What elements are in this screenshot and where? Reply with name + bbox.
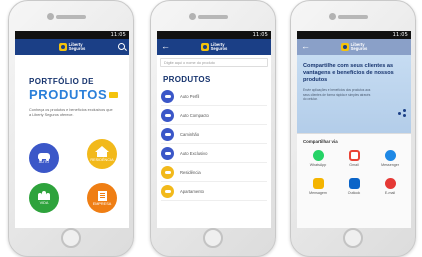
home-button[interactable] [203, 228, 223, 248]
camera-icon [47, 13, 54, 20]
brand-line2: Seguros [350, 46, 368, 51]
back-arrow-icon[interactable]: ← [161, 42, 170, 51]
outlook-icon [348, 178, 360, 189]
liberty-logo-icon [58, 43, 67, 51]
category-vida-button[interactable]: VIDA [29, 183, 59, 213]
screen-portfolio: 11:05 Liberty Seguros PORTFÓLIO DE PRODUT… [15, 31, 129, 228]
building-icon [97, 190, 107, 201]
list-item-label: Auto Exclusivo [180, 150, 208, 156]
list-item-label: Caminhão [180, 131, 200, 137]
share-app-label: Gmail [349, 163, 359, 167]
category-label: VIDA [39, 201, 49, 205]
list-item[interactable]: Residência [161, 163, 267, 182]
house-icon [95, 146, 109, 157]
share-sheet: Compartilhar via WhatsApp Gmail Messenge… [297, 133, 411, 228]
phone-frame-products: 11:05 ← Liberty Seguros Digite aqui o nom… [150, 0, 276, 257]
share-email-button[interactable]: E-mail [375, 178, 405, 195]
hero-title: Compartilhe com seus clientes as vantage… [303, 63, 394, 83]
phone-frame-share: 11:05 ← Liberty Seguros Compartilhe com s… [290, 0, 416, 257]
list-item[interactable]: Auto Compacto [161, 106, 267, 125]
portfolio-title-line2: PRODUTOS [29, 87, 129, 102]
app-bar: ← Liberty Seguros [297, 39, 411, 55]
share-app-label: Mensagem [309, 191, 327, 195]
portfolio-description: Conheça os produtos e benefícios exclusi… [29, 108, 113, 117]
screen-products: 11:05 ← Liberty Seguros Digite aqui o nom… [157, 31, 271, 228]
phone-frame-portfolio: 11:05 Liberty Seguros PORTFÓLIO DE PRODUT… [8, 0, 134, 257]
car-icon [38, 152, 50, 161]
car-icon [161, 89, 174, 103]
gmail-icon [348, 150, 360, 161]
brand-line2: Seguros [68, 46, 86, 51]
camera-icon [329, 13, 336, 20]
home-button[interactable] [61, 228, 81, 248]
messenger-icon [384, 150, 396, 161]
house-icon [161, 165, 174, 179]
brand-logo: Liberty Seguros [340, 42, 368, 52]
whatsapp-icon [312, 150, 324, 161]
portfolio-title-line1: PORTFÓLIO DE [29, 77, 94, 86]
status-bar: 11:05 [297, 31, 411, 39]
list-item-label: Auto Perfil [180, 93, 200, 99]
list-item-label: Auto Compacto [180, 112, 209, 118]
brand-line2: Seguros [210, 46, 228, 51]
message-icon [312, 178, 324, 189]
back-arrow-icon[interactable]: ← [301, 42, 310, 51]
truck-icon [161, 127, 174, 141]
brand-logo: Liberty Seguros [58, 42, 86, 52]
car-icon [161, 108, 174, 122]
share-app-label: E-mail [384, 191, 396, 195]
app-bar: ← Liberty Seguros [157, 39, 271, 55]
list-item-label: Residência [180, 169, 201, 175]
list-item[interactable]: Auto Perfil [161, 87, 267, 106]
category-empresa-button[interactable]: EMPRESA [87, 183, 117, 213]
category-label: EMPRESA [92, 201, 112, 206]
list-item-label: Apartamento [180, 188, 204, 194]
car-icon [161, 146, 174, 160]
speaker-grille [198, 15, 228, 19]
category-label: RESIDÊNCIA [90, 158, 114, 162]
status-time: 11:05 [252, 32, 268, 38]
share-app-label: WhatsApp [309, 163, 327, 167]
app-bar: Liberty Seguros [15, 39, 129, 55]
screen-share: 11:05 ← Liberty Seguros Compartilhe com s… [297, 31, 411, 228]
speaker-grille [338, 15, 368, 19]
share-icon[interactable] [398, 109, 406, 117]
share-app-label: Outlook [347, 191, 361, 195]
hero-text: Envie aplicações e benefícios dos produt… [303, 88, 371, 101]
status-time: 11:05 [392, 32, 408, 38]
list-item[interactable]: Apartamento [161, 182, 267, 201]
share-hero: Compartilhe com seus clientes as vantage… [297, 55, 411, 133]
list-item[interactable]: Auto Exclusivo [161, 144, 267, 163]
share-mensagem-button[interactable]: Mensagem [303, 178, 333, 195]
category-auto-button[interactable]: AUTO [29, 143, 59, 173]
camera-icon [189, 13, 196, 20]
liberty-logo-icon [200, 43, 209, 51]
speaker-grille [56, 15, 86, 19]
category-residencia-button[interactable]: RESIDÊNCIA [87, 139, 117, 169]
share-gmail-button[interactable]: Gmail [339, 150, 369, 167]
folder-icon [109, 91, 119, 98]
home-button[interactable] [343, 228, 363, 248]
brand-logo: Liberty Seguros [200, 42, 228, 52]
product-search-input[interactable]: Digite aqui o nome do produto [160, 58, 268, 67]
building-icon [161, 184, 174, 198]
search-icon[interactable] [118, 43, 125, 50]
portfolio-title-word: PRODUTOS [29, 87, 108, 102]
products-heading: PRODUTOS [163, 75, 211, 84]
status-bar: 11:05 [157, 31, 271, 39]
list-item[interactable]: Caminhão [161, 125, 267, 144]
status-time: 11:05 [110, 32, 126, 38]
search-placeholder: Digite aqui o nome do produto [164, 60, 215, 65]
people-icon [38, 191, 50, 200]
product-list: Auto Perfil Auto Compacto Caminhão Auto … [157, 87, 271, 201]
share-messenger-button[interactable]: Messenger [375, 150, 405, 167]
product-category-grid: AUTO RESIDÊNCIA VIDA EMPRESA [27, 137, 119, 217]
share-app-label: Messenger [381, 163, 399, 167]
share-sheet-heading: Compartilhar via [303, 139, 338, 144]
email-icon [384, 178, 396, 189]
share-outlook-button[interactable]: Outlook [339, 178, 369, 195]
share-whatsapp-button[interactable]: WhatsApp [303, 150, 333, 167]
liberty-logo-icon [340, 43, 349, 51]
status-bar: 11:05 [15, 31, 129, 39]
